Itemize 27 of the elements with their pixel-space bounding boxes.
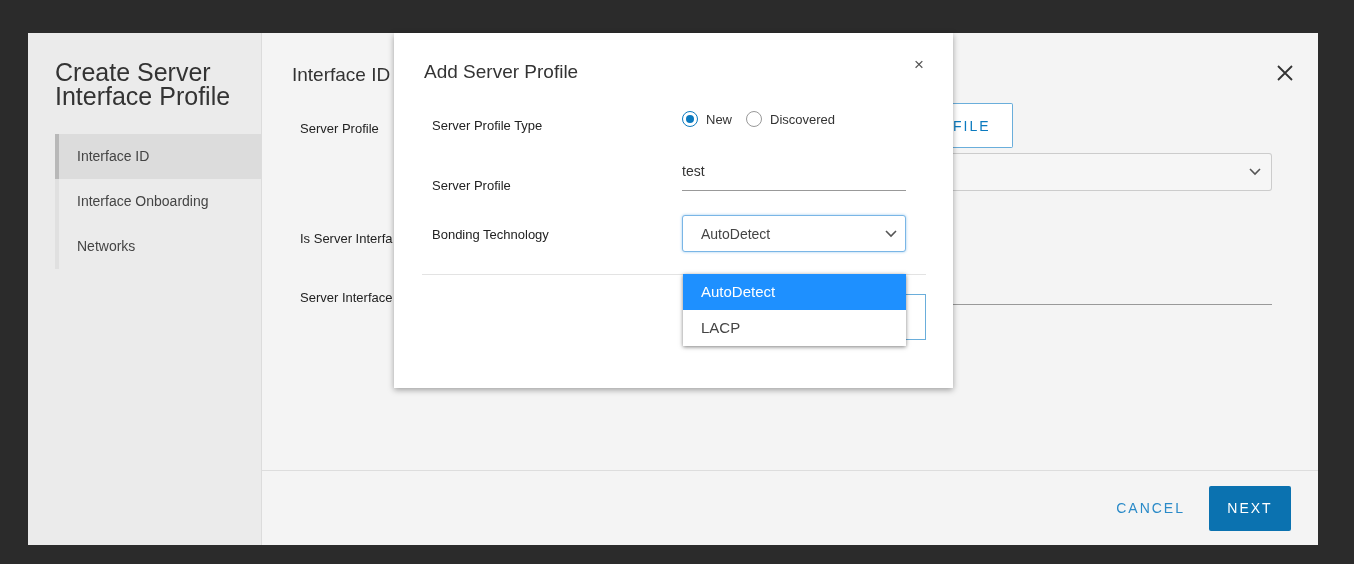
chevron-down-icon [1249, 168, 1261, 176]
next-button[interactable]: NEXT [1209, 485, 1291, 531]
chevron-down-icon [885, 229, 897, 238]
radio-button[interactable] [682, 111, 698, 127]
wizard-step[interactable]: Networks [55, 224, 261, 269]
wizard-title: Create Server Interface Profile [55, 60, 232, 108]
dropdown-option[interactable]: LACP [683, 310, 906, 346]
field-label: Server Profile [300, 121, 379, 136]
wizard-step[interactable]: Interface ID [55, 134, 261, 179]
radio-dot [686, 115, 694, 123]
add-server-profile-button[interactable]: FILE [953, 103, 1013, 148]
close-button[interactable]: × [912, 55, 926, 75]
bonding-technology-select[interactable]: AutoDetect [682, 215, 906, 252]
server-profile-field[interactable]: test [682, 159, 906, 191]
field-label: Server Interface [300, 290, 393, 305]
field-label: Server Profile [432, 178, 511, 193]
radio-label: New [706, 111, 732, 127]
dialog-title: Add Server Profile [424, 61, 579, 83]
field-label: Is Server Interfa [300, 231, 393, 246]
close-icon[interactable] [1276, 64, 1294, 82]
field-label: Bonding Technology [432, 227, 549, 242]
radio-label: Discovered [770, 111, 836, 127]
server-profile-select[interactable] [953, 153, 1272, 191]
field-label: Server Profile Type [432, 118, 543, 133]
section-title: Interface ID [292, 64, 391, 86]
wizard-step[interactable]: Interface Onboarding [55, 179, 261, 224]
radio-button[interactable] [746, 111, 762, 127]
